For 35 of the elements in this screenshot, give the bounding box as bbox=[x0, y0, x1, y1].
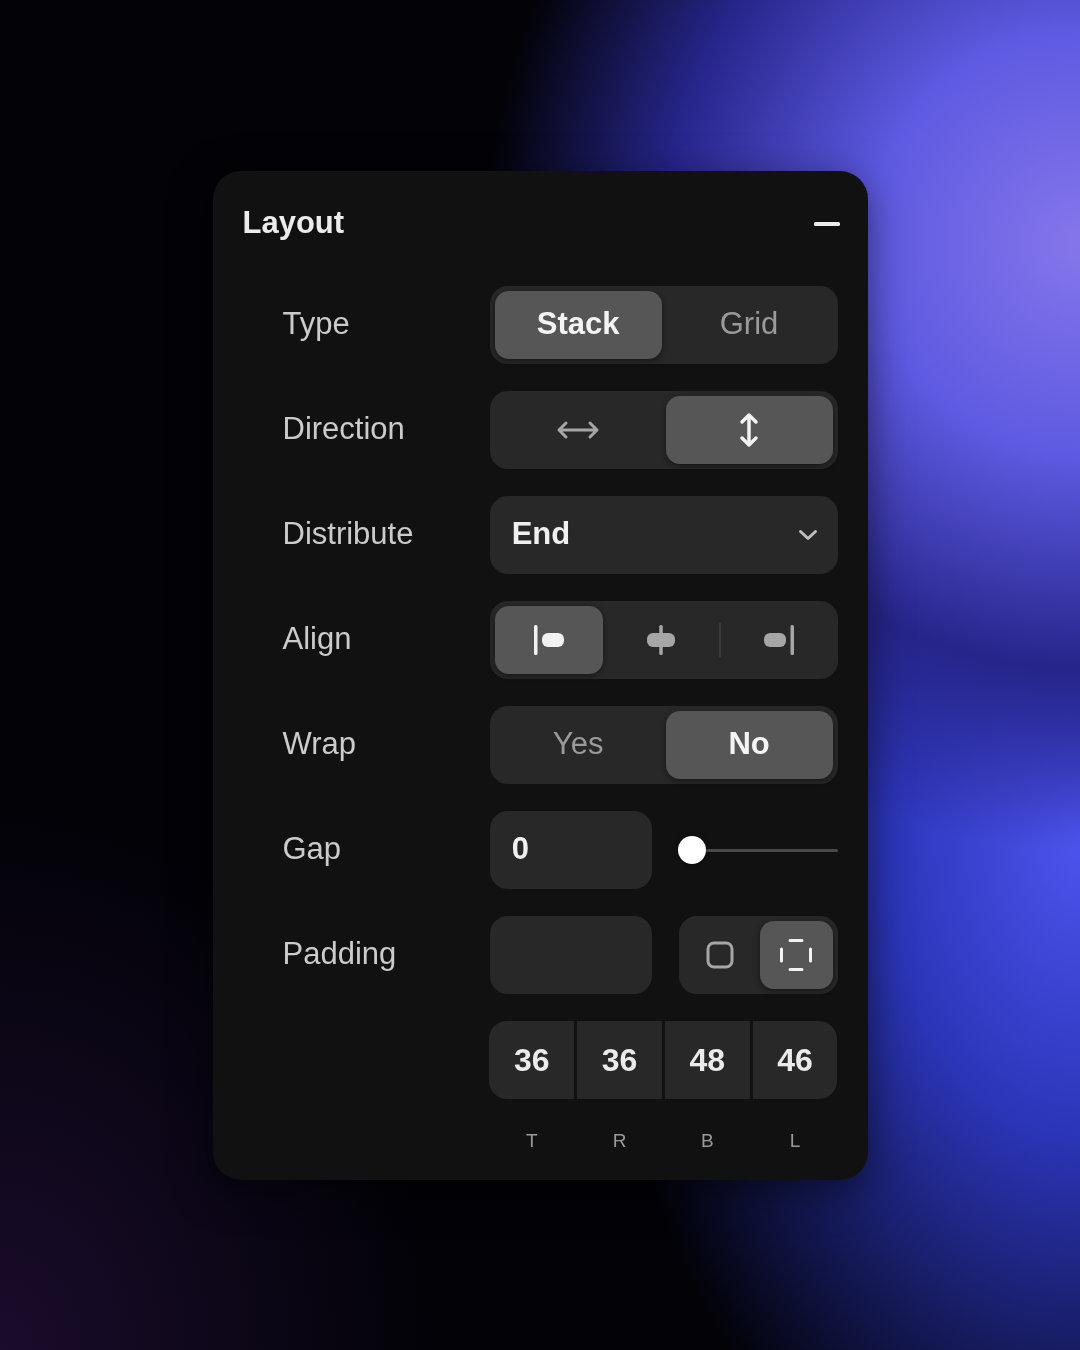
square-icon bbox=[705, 940, 734, 969]
property-label: Type bbox=[282, 306, 350, 342]
property-label: Align bbox=[282, 621, 352, 657]
property-label: Padding bbox=[282, 936, 397, 972]
left-option-button[interactable] bbox=[494, 605, 603, 674]
side-label: R bbox=[612, 1128, 627, 1151]
panel-title: Layout bbox=[242, 204, 345, 243]
property-label: Direction bbox=[282, 411, 405, 447]
align-center-icon bbox=[645, 624, 676, 655]
individual-option-button[interactable] bbox=[760, 920, 833, 989]
align-left-icon bbox=[532, 624, 565, 655]
side-label: T bbox=[526, 1128, 538, 1151]
slider-thumb[interactable] bbox=[677, 835, 706, 864]
segment-tab[interactable]: Grid bbox=[665, 290, 833, 359]
vertical-arrows-icon bbox=[738, 411, 761, 448]
padding-field[interactable] bbox=[489, 915, 652, 994]
segment-tab[interactable]: Yes bbox=[494, 710, 662, 779]
side-label: L bbox=[789, 1128, 801, 1151]
property-label: Gap bbox=[282, 831, 342, 867]
slider-track[interactable] bbox=[677, 835, 838, 864]
property-label: Wrap bbox=[282, 726, 356, 762]
vertical-option-button[interactable] bbox=[665, 395, 833, 464]
padding-value-field[interactable]: 36 bbox=[489, 1020, 575, 1099]
padding-value-field[interactable]: 46 bbox=[752, 1020, 838, 1099]
number-field[interactable]: 0 bbox=[489, 810, 652, 889]
property-label: Distribute bbox=[282, 516, 414, 552]
chevron-down-icon bbox=[797, 528, 818, 541]
dropdown[interactable]: End bbox=[489, 495, 838, 574]
padding-value-field[interactable]: 48 bbox=[664, 1020, 750, 1099]
segment-tab[interactable]: No bbox=[665, 710, 833, 779]
padding-value-field[interactable]: 36 bbox=[577, 1020, 662, 1099]
segment-tab[interactable]: Stack bbox=[494, 290, 662, 359]
side-label: B bbox=[701, 1128, 714, 1151]
minus-icon[interactable] bbox=[813, 221, 840, 226]
align-right-icon bbox=[762, 624, 795, 655]
